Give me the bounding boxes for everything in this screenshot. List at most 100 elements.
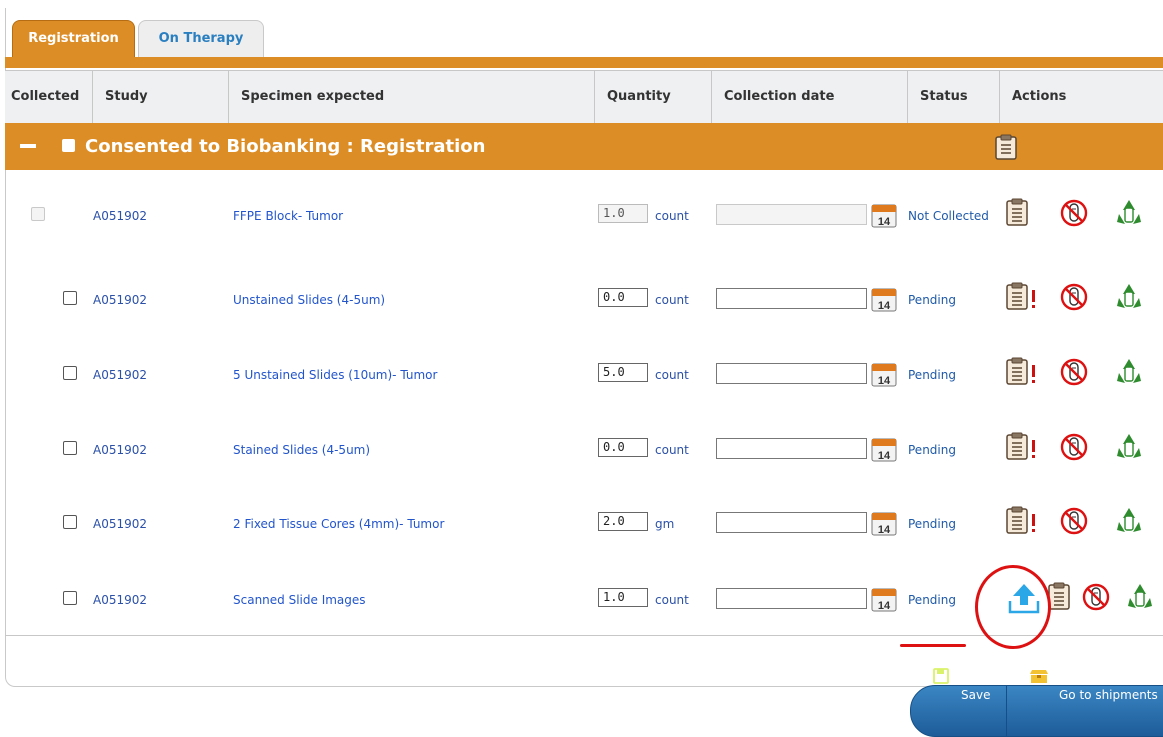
recycle-icon[interactable] — [1115, 198, 1143, 230]
collection-date-field — [716, 204, 867, 225]
row-checkbox[interactable] — [63, 366, 77, 380]
annotation-underline — [900, 644, 966, 647]
table-row: A051902 5 Unstained Slides (10um)- Tumor… — [5, 339, 1163, 411]
recycle-icon[interactable] — [1115, 432, 1143, 464]
quantity-field: 1.0 — [598, 204, 648, 223]
specimen-link[interactable]: Stained Slides (4-5um) — [233, 414, 370, 486]
clipboard-icon[interactable] — [1006, 198, 1028, 230]
collection-date-field[interactable] — [716, 588, 867, 609]
tab-on-therapy[interactable]: On Therapy — [138, 20, 264, 57]
quantity-field[interactable]: 2.0 — [598, 512, 648, 531]
clipboard-alert-icon[interactable] — [1006, 432, 1040, 464]
no-specimen-icon[interactable] — [1060, 507, 1088, 539]
status-text: Pending — [908, 443, 956, 457]
save-button[interactable]: Save — [910, 668, 1007, 737]
quantity-field[interactable]: 0.0 — [598, 438, 648, 457]
no-specimen-icon[interactable] — [1082, 583, 1110, 615]
row-checkbox[interactable] — [63, 441, 77, 455]
collection-date-field[interactable] — [716, 288, 867, 309]
go-to-shipments-label: Go to shipments — [1059, 688, 1158, 702]
specimen-link[interactable]: Unstained Slides (4-5um) — [233, 264, 385, 336]
group-select-checkbox[interactable] — [62, 139, 75, 152]
svg-text:14: 14 — [878, 216, 891, 228]
study-id: A051902 — [93, 443, 148, 457]
quantity-field[interactable]: 5.0 — [598, 363, 648, 382]
column-header-quantity[interactable]: Quantity — [595, 71, 712, 123]
svg-text:14: 14 — [878, 524, 891, 536]
tab-registration[interactable]: Registration — [12, 20, 135, 57]
specimen-link[interactable]: FFPE Block- Tumor — [233, 180, 343, 252]
calendar-icon[interactable]: 14 — [871, 586, 897, 612]
clipboard-alert-icon[interactable] — [1006, 282, 1040, 314]
svg-text:14: 14 — [878, 375, 891, 387]
collection-date-field[interactable] — [716, 438, 867, 459]
group-title: Consented to Biobanking : Registration — [85, 136, 486, 157]
specimen-link[interactable]: Scanned Slide Images — [233, 564, 366, 636]
table-row: A051902 Unstained Slides (4-5um) 0.0 cou… — [5, 264, 1163, 336]
calendar-icon[interactable]: 14 — [871, 510, 897, 536]
quantity-unit: gm — [655, 517, 675, 531]
clipboard-alert-icon[interactable] — [1006, 357, 1040, 389]
status-text: Pending — [908, 293, 956, 307]
column-header-collection-date[interactable]: Collection date — [712, 71, 908, 123]
calendar-icon[interactable]: 14 — [871, 202, 897, 228]
collection-date-field[interactable] — [716, 363, 867, 384]
row-checkbox[interactable] — [63, 591, 77, 605]
save-icon — [933, 668, 949, 684]
clipboard-alert-icon[interactable] — [1006, 506, 1040, 538]
quantity-unit: count — [655, 209, 689, 223]
calendar-icon[interactable]: 14 — [871, 361, 897, 387]
tab-underline-bar — [5, 57, 1163, 68]
no-specimen-icon[interactable] — [1060, 433, 1088, 465]
column-header-specimen[interactable]: Specimen expected — [229, 71, 595, 123]
svg-text:14: 14 — [878, 300, 891, 312]
clipboard-icon[interactable] — [995, 134, 1017, 160]
clipboard-icon[interactable] — [1048, 582, 1070, 614]
study-id: A051902 — [93, 368, 148, 382]
study-id: A051902 — [93, 517, 148, 531]
collection-date-field[interactable] — [716, 512, 867, 533]
no-specimen-icon[interactable] — [1060, 199, 1088, 231]
column-header-status[interactable]: Status — [908, 71, 1000, 123]
table-row: A051902 FFPE Block- Tumor 1.0 count 14 N… — [5, 180, 1163, 252]
quantity-field[interactable]: 1.0 — [598, 588, 648, 607]
svg-text:14: 14 — [878, 600, 891, 612]
recycle-icon[interactable] — [1115, 357, 1143, 389]
action-button-bar: Save Go to shipments — [910, 668, 1163, 737]
row-checkbox[interactable] — [63, 291, 77, 305]
column-header-study[interactable]: Study — [93, 71, 229, 123]
calendar-icon[interactable]: 14 — [871, 286, 897, 312]
recycle-icon[interactable] — [1115, 282, 1143, 314]
table-row: A051902 Stained Slides (4-5um) 0.0 count… — [5, 414, 1163, 486]
study-id: A051902 — [93, 593, 148, 607]
row-checkbox[interactable] — [63, 515, 77, 529]
quantity-field[interactable]: 0.0 — [598, 288, 648, 307]
quantity-unit: count — [655, 368, 689, 382]
recycle-icon[interactable] — [1126, 582, 1154, 614]
annotation-circle — [975, 565, 1051, 649]
status-text[interactable]: Pending — [908, 564, 956, 636]
no-specimen-icon[interactable] — [1060, 358, 1088, 390]
status-text: Pending — [908, 368, 956, 382]
recycle-icon[interactable] — [1115, 506, 1143, 538]
table-header: Collected Study Specimen expected Quanti… — [5, 70, 1163, 124]
calendar-icon[interactable]: 14 — [871, 436, 897, 462]
shipment-icon — [1030, 670, 1048, 683]
column-header-collected[interactable]: Collected — [5, 71, 93, 123]
svg-text:14: 14 — [878, 450, 891, 462]
quantity-unit: count — [655, 293, 689, 307]
group-header: Consented to Biobanking : Registration — [5, 123, 1163, 170]
quantity-unit: count — [655, 443, 689, 457]
collapse-icon[interactable] — [20, 144, 36, 148]
quantity-unit: count — [655, 593, 689, 607]
table-row: A051902 2 Fixed Tissue Cores (4mm)- Tumo… — [5, 488, 1163, 560]
specimen-link[interactable]: 5 Unstained Slides (10um)- Tumor — [233, 339, 437, 411]
row-checkbox — [31, 207, 45, 221]
no-specimen-icon[interactable] — [1060, 283, 1088, 315]
specimen-link[interactable]: 2 Fixed Tissue Cores (4mm)- Tumor — [233, 488, 444, 560]
study-id: A051902 — [93, 293, 148, 307]
go-to-shipments-button[interactable]: Go to shipments — [1006, 670, 1163, 737]
table-body: A051902 FFPE Block- Tumor 1.0 count 14 N… — [5, 170, 1163, 636]
status-text: Pending — [908, 517, 956, 531]
status-text: Not Collected — [908, 209, 989, 223]
